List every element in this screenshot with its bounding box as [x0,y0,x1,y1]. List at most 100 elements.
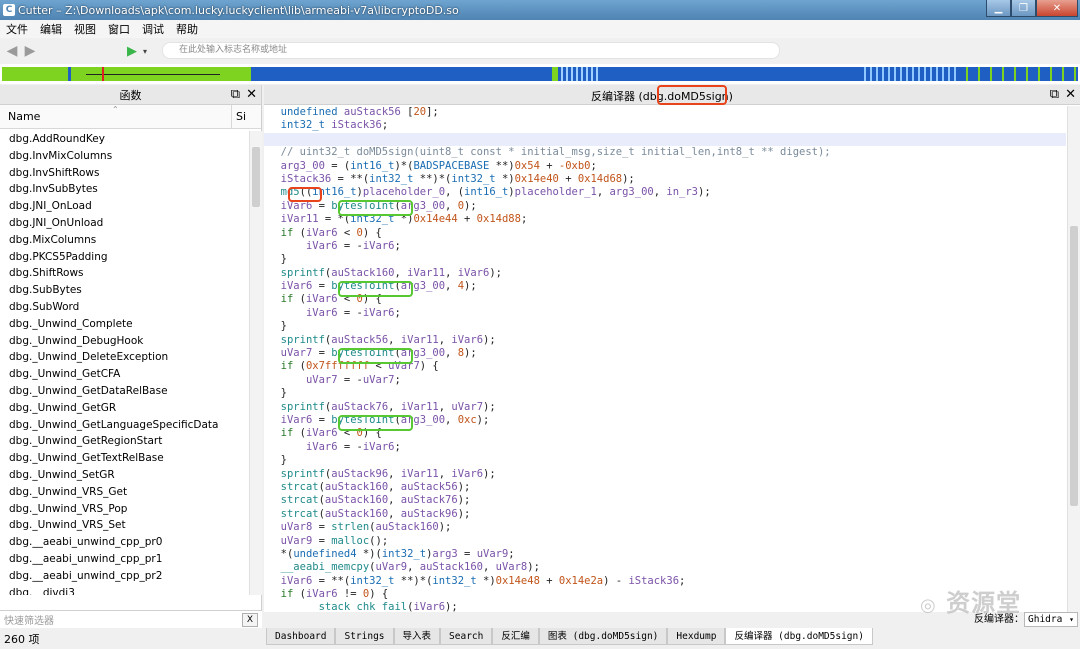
function-list-item[interactable]: dbg.InvShiftRows [0,165,248,182]
function-list-item[interactable]: dbg.__aeabi_unwind_cpp_pr1 [0,551,248,568]
bottom-tab[interactable]: 图表 (dbg.doMD5sign) [538,628,668,645]
code-line[interactable]: *(undefined4 *)(int32_t)arg3 = uVar9; [264,548,1066,561]
address-input[interactable]: 在此处输入标志名称或地址 [162,42,780,59]
close-icon[interactable]: ✕ [1065,87,1076,102]
code-line[interactable]: sprintf(auStack96, iVar11, iVar6); [264,468,1066,481]
code-line[interactable]: // uint32_t doMD5sign(uint8_t const * in… [264,146,1066,159]
function-list-item[interactable]: dbg.JNI_OnUnload [0,215,248,232]
code-line[interactable]: iVar6 = -iVar6; [264,240,1066,253]
menu-debug[interactable]: 调试 [136,21,170,37]
menu-file[interactable]: 文件 [0,21,34,37]
code-line[interactable]: uVar9 = malloc(); [264,535,1066,548]
maximize-button[interactable]: ❐ [1011,0,1036,17]
chevron-down-icon[interactable]: ▾ [140,43,150,59]
function-list-item[interactable]: dbg.InvSubBytes [0,181,248,198]
code-line[interactable]: __aeabi_memcpy(uVar9, auStack160, uVar8)… [264,561,1066,574]
function-list-item[interactable]: dbg._Unwind_VRS_Pop [0,501,248,518]
code-line[interactable]: uVar7 = -uVar7; [264,374,1066,387]
code-line[interactable]: } [264,387,1066,400]
scrollbar-thumb[interactable] [252,147,260,207]
function-list-item[interactable]: dbg._Unwind_GetGR [0,400,248,417]
forward-arrow-icon[interactable]: ▶ [22,43,38,59]
code-line[interactable]: md5((int16_t)placeholder_0, (int16_t)pla… [264,186,1066,199]
code-line[interactable]: iVar6 = -iVar6; [264,307,1066,320]
function-list-item[interactable]: dbg.ShiftRows [0,265,248,282]
code-line[interactable]: if (iVar6 < 0) { [264,227,1066,240]
code-token: *)( [356,547,382,560]
function-list-item[interactable]: dbg._Unwind_DebugHook [0,333,248,350]
scrollbar-thumb[interactable] [1070,226,1078,506]
code-token: , [445,199,458,212]
overview-bar[interactable] [0,64,1080,84]
function-list-item[interactable]: dbg._Unwind_VRS_Set [0,517,248,534]
function-list-item[interactable]: dbg.MixColumns [0,232,248,249]
menu-view[interactable]: 视图 [68,21,102,37]
minimize-button[interactable]: ▁ [986,0,1011,17]
code-line[interactable]: iVar6 = -iVar6; [264,441,1066,454]
code-line[interactable]: iStack36 = **(int32_t **)*(int32_t *)0x1… [264,173,1066,186]
bottom-tab[interactable]: Hexdump [667,628,726,645]
decompiler-select[interactable]: Ghidra ▾ [1024,612,1078,627]
function-list-item[interactable]: dbg.PKCS5Padding [0,249,248,266]
bottom-tab[interactable]: 导入表 [393,628,441,645]
function-list-item[interactable]: dbg.__divdi3 [0,585,248,595]
function-list-item[interactable]: dbg.SubBytes [0,282,248,299]
quick-filter-input[interactable]: 快速筛选器 [0,612,242,627]
bottom-tab[interactable]: Strings [335,628,394,645]
menu-help[interactable]: 帮助 [170,21,204,37]
code-token: ); [457,480,471,493]
code-line[interactable]: int32_t iStack36; [264,119,1066,132]
function-list-item[interactable]: dbg.AddRoundKey [0,131,248,148]
function-list-item[interactable]: dbg.InvMixColumns [0,148,248,165]
function-list-item[interactable]: dbg._Unwind_GetLanguageSpecificData [0,417,248,434]
function-list-item[interactable]: dbg._Unwind_Complete [0,316,248,333]
undock-icon[interactable]: ⧉ [1050,87,1059,102]
code-line[interactable]: strcat(auStack160, auStack76); [264,494,1066,507]
function-list-item[interactable]: dbg.JNI_OnLoad [0,198,248,215]
code-line[interactable] [264,132,1066,147]
code-line[interactable]: uVar8 = strlen(auStack160); [264,521,1066,534]
code-token: int32_t [369,172,414,185]
code-line[interactable]: arg3_00 = (int16_t)*(BADSPACEBASE **)0x5… [264,160,1066,173]
column-name[interactable]: Name ⌃ [0,105,232,128]
column-size[interactable]: Si [232,105,248,128]
code-scrollbar[interactable] [1067,106,1080,612]
menu-edit[interactable]: 编辑 [34,21,68,37]
overview-cursor [102,67,104,81]
code-line[interactable]: strcat(auStack160, auStack96); [264,508,1066,521]
undock-icon[interactable]: ⧉ [231,87,240,102]
function-list-item[interactable]: dbg._Unwind_GetDataRelBase [0,383,248,400]
function-list-item[interactable]: dbg._Unwind_DeleteException [0,349,248,366]
clear-filter-button[interactable]: X [242,612,258,627]
code-line[interactable]: } [264,320,1066,333]
function-list-item[interactable]: dbg._Unwind_VRS_Get [0,484,248,501]
function-list-item[interactable]: dbg._Unwind_GetRegionStart [0,433,248,450]
bottom-tab[interactable]: 反编译器 (dbg.doMD5sign) [725,628,873,645]
function-list-item[interactable]: dbg.__aeabi_unwind_cpp_pr2 [0,568,248,585]
close-button[interactable]: ✕ [1036,0,1078,17]
close-icon[interactable]: ✕ [246,87,257,102]
function-list-item[interactable]: dbg.SubWord [0,299,248,316]
bottom-tab[interactable]: Search [440,628,493,645]
code-token: int32_t [381,547,427,560]
menu-window[interactable]: 窗口 [102,21,136,37]
function-list-item[interactable]: dbg.__aeabi_unwind_cpp_pr0 [0,534,248,551]
bottom-tab[interactable]: Dashboard [266,628,336,645]
back-arrow-icon[interactable]: ◀ [4,43,20,59]
bottom-tab[interactable]: 反汇编 [492,628,539,645]
code-line[interactable]: sprintf(auStack56, iVar11, iVar6); [264,334,1066,347]
code-line[interactable]: } [264,454,1066,467]
code-line[interactable]: sprintf(auStack160, iVar11, iVar6); [264,267,1066,280]
code-line[interactable]: } [264,253,1066,266]
function-list-item[interactable]: dbg._Unwind_GetCFA [0,366,248,383]
functions-scrollbar[interactable] [249,131,262,595]
code-line[interactable]: strcat(auStack160, auStack56); [264,481,1066,494]
function-list-item[interactable]: dbg._Unwind_SetGR [0,467,248,484]
code-line[interactable]: undefined auStack56 [20]; [264,106,1066,119]
play-icon[interactable]: ▶ [124,43,140,59]
function-list-item[interactable]: dbg._Unwind_GetTextRelBase [0,450,248,467]
code-line[interactable]: sprintf(auStack76, iVar11, uVar7); [264,401,1066,414]
code-token: auStack160 [331,266,395,279]
